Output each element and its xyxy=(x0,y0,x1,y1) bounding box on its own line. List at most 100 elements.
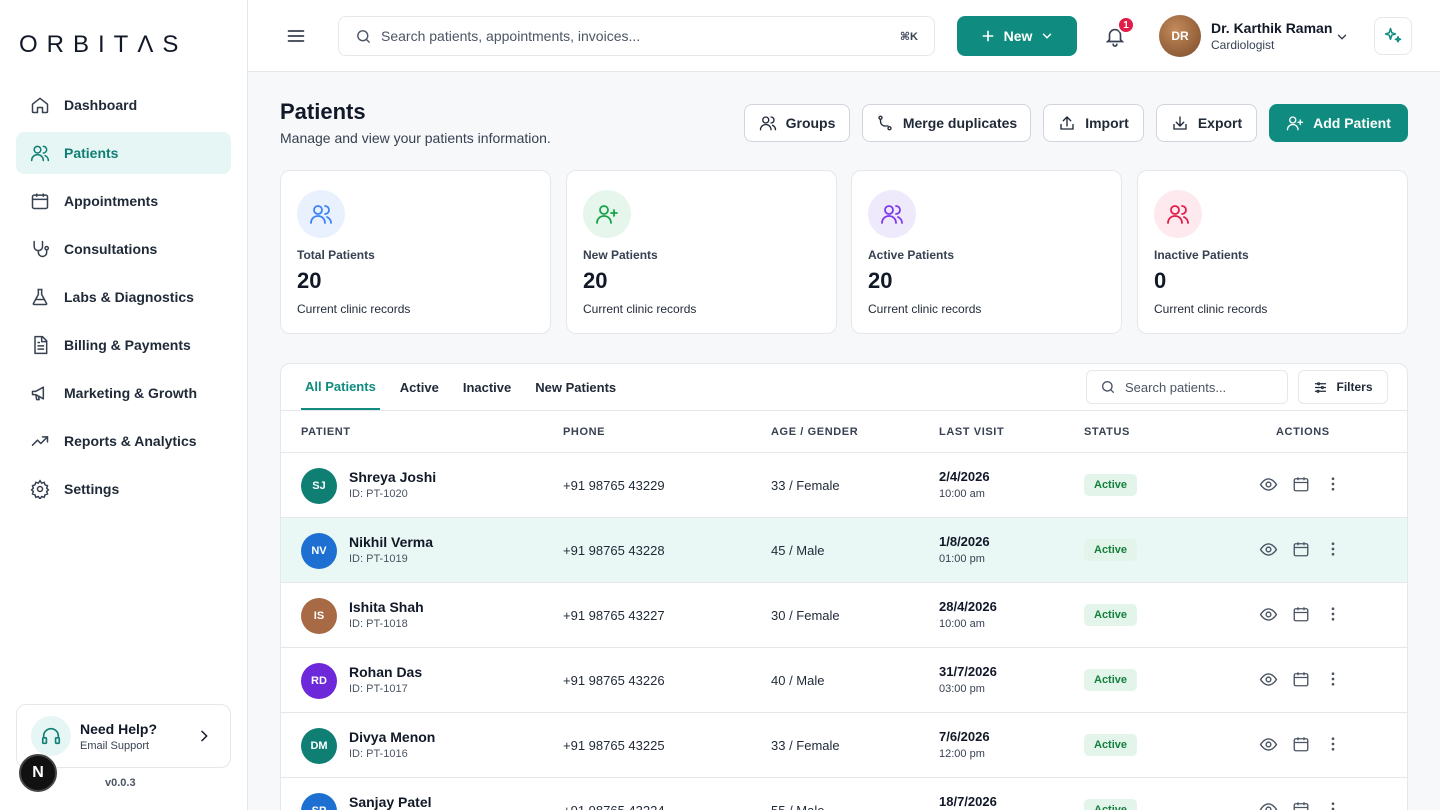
last-visit-date: 31/7/2026 xyxy=(939,664,997,679)
status-badge: Active xyxy=(1084,604,1138,626)
stat-card-active: Active Patients 20 Current clinic record… xyxy=(851,170,1122,334)
more-vertical-icon[interactable] xyxy=(1324,735,1342,753)
export-button[interactable]: Export xyxy=(1156,104,1257,142)
megaphone-icon xyxy=(30,383,50,403)
avatar: SJ xyxy=(301,468,337,504)
patient-name[interactable]: Ishita Shah xyxy=(349,599,424,615)
column-header: ACTIONS xyxy=(1276,426,1330,438)
eye-icon[interactable] xyxy=(1259,475,1278,494)
sidebar-item-label: Labs & Diagnostics xyxy=(64,289,194,305)
avatar: IS xyxy=(301,598,337,634)
users-icon xyxy=(30,143,50,163)
sidebar-item-appointments[interactable]: Appointments xyxy=(16,180,231,222)
merge-duplicates-button[interactable]: Merge duplicates xyxy=(862,104,1031,142)
tab-inactive[interactable]: Inactive xyxy=(459,364,515,410)
sidebar-item-marketing[interactable]: Marketing & Growth xyxy=(16,372,231,414)
global-search-input[interactable] xyxy=(381,28,861,44)
column-header[interactable]: PHONE xyxy=(563,426,605,438)
column-header[interactable]: LAST VISIT xyxy=(939,426,1004,438)
sidebar-item-patients[interactable]: Patients xyxy=(16,132,231,174)
calendar-icon[interactable] xyxy=(1292,605,1310,623)
sidebar-item-settings[interactable]: Settings xyxy=(16,468,231,510)
patient-name[interactable]: Shreya Joshi xyxy=(349,469,436,485)
filters-button[interactable]: Filters xyxy=(1298,370,1388,404)
sidebar-item-billing[interactable]: Billing & Payments xyxy=(16,324,231,366)
more-vertical-icon[interactable] xyxy=(1324,800,1342,810)
chevron-down-icon xyxy=(1040,29,1054,43)
eye-icon[interactable] xyxy=(1259,800,1278,810)
groups-button[interactable]: Groups xyxy=(744,104,850,142)
table-row[interactable]: IS Ishita Shah ID: PT-1018 +91 98765 43227 3… xyxy=(281,583,1407,648)
eye-icon[interactable] xyxy=(1259,735,1278,754)
tab-active[interactable]: Active xyxy=(396,364,443,410)
sidebar: ORBITΛS Dashboard Patients Appointments … xyxy=(0,0,248,810)
stat-card-inactive: Inactive Patients 0 Current clinic recor… xyxy=(1137,170,1408,334)
patient-id: ID: PT-1017 xyxy=(349,683,408,695)
user-name[interactable]: Dr. Karthik Raman xyxy=(1211,20,1332,36)
table-search-input[interactable] xyxy=(1125,379,1275,395)
topbar: ⌘K New 1 DR Dr. Karthik Raman Cardiologi… xyxy=(248,0,1440,72)
patient-name[interactable]: Rohan Das xyxy=(349,664,422,680)
app-logo[interactable]: ORBITΛS xyxy=(19,31,187,59)
patient-id: ID: PT-1019 xyxy=(349,553,408,565)
calendar-icon[interactable] xyxy=(1292,540,1310,558)
menu-icon[interactable] xyxy=(286,26,306,46)
stat-value: 20 xyxy=(583,268,608,293)
patient-name[interactable]: Nikhil Verma xyxy=(349,534,433,550)
table-row[interactable]: NV Nikhil Verma ID: PT-1019 +91 98765 43228… xyxy=(281,518,1407,583)
user-plus-icon xyxy=(1286,114,1304,132)
more-vertical-icon[interactable] xyxy=(1324,540,1342,558)
more-vertical-icon[interactable] xyxy=(1324,475,1342,493)
patient-name[interactable]: Sanjay Patel xyxy=(349,794,432,810)
eye-icon[interactable] xyxy=(1259,540,1278,559)
import-button[interactable]: Import xyxy=(1043,104,1144,142)
table-row[interactable]: SJ Shreya Joshi ID: PT-1020 +91 98765 43229… xyxy=(281,453,1407,518)
sidebar-item-label: Dashboard xyxy=(64,97,138,113)
app-version: v0.0.3 xyxy=(105,777,136,789)
dev-badge[interactable]: N xyxy=(19,754,57,792)
avatar[interactable]: DR xyxy=(1159,15,1201,57)
more-vertical-icon[interactable] xyxy=(1324,605,1342,623)
table-search[interactable] xyxy=(1086,370,1288,404)
more-vertical-icon[interactable] xyxy=(1324,670,1342,688)
patient-age-gender: 30 / Female xyxy=(771,608,840,623)
sparkle-icon xyxy=(1383,26,1403,46)
last-visit-date: 1/8/2026 xyxy=(939,534,990,549)
column-header[interactable]: AGE / GENDER xyxy=(771,426,858,438)
patient-name[interactable]: Divya Menon xyxy=(349,729,435,745)
table-header: PATIENT PHONE AGE / GENDER LAST VISIT ST… xyxy=(281,410,1407,453)
ai-assistant-button[interactable] xyxy=(1374,17,1412,55)
table-row[interactable]: SPSanjay PatelID: PT-1015+91 98765 43224… xyxy=(281,778,1407,810)
add-patient-button[interactable]: Add Patient xyxy=(1269,104,1408,142)
sidebar-item-labs[interactable]: Labs & Diagnostics xyxy=(16,276,231,318)
avatar: SP xyxy=(301,793,337,810)
eye-icon[interactable] xyxy=(1259,605,1278,624)
tab-all-patients[interactable]: All Patients xyxy=(301,364,380,410)
calendar-icon[interactable] xyxy=(1292,475,1310,493)
column-header[interactable]: STATUS xyxy=(1084,426,1130,438)
upload-icon xyxy=(1058,114,1076,132)
new-button[interactable]: New xyxy=(957,16,1077,56)
table-row[interactable]: RD Rohan Das ID: PT-1017 +91 98765 43226 40 … xyxy=(281,648,1407,713)
sidebar-item-reports[interactable]: Reports & Analytics xyxy=(16,420,231,462)
patient-age-gender: 33 / Female xyxy=(771,478,840,493)
column-header[interactable]: PATIENT xyxy=(301,426,351,438)
status-badge: Active xyxy=(1084,539,1138,561)
tab-new-patients[interactable]: New Patients xyxy=(531,364,620,410)
users-icon xyxy=(759,114,777,132)
calendar-icon[interactable] xyxy=(1292,735,1310,753)
calendar-icon[interactable] xyxy=(1292,670,1310,688)
eye-icon[interactable] xyxy=(1259,670,1278,689)
sidebar-item-consultations[interactable]: Consultations xyxy=(16,228,231,270)
filters-label: Filters xyxy=(1336,380,1373,394)
sidebar-item-dashboard[interactable]: Dashboard xyxy=(16,84,231,126)
user-role: Cardiologist xyxy=(1211,38,1275,52)
global-search[interactable]: ⌘K xyxy=(338,16,935,56)
table-row[interactable]: DM Divya Menon ID: PT-1016 +91 98765 43225 3… xyxy=(281,713,1407,778)
last-visit-time: 10:00 am xyxy=(939,618,985,630)
plus-icon xyxy=(980,28,996,44)
page-title: Patients xyxy=(280,99,366,124)
calendar-icon[interactable] xyxy=(1292,800,1310,810)
search-icon xyxy=(355,28,372,45)
chevron-down-icon[interactable] xyxy=(1335,30,1349,44)
